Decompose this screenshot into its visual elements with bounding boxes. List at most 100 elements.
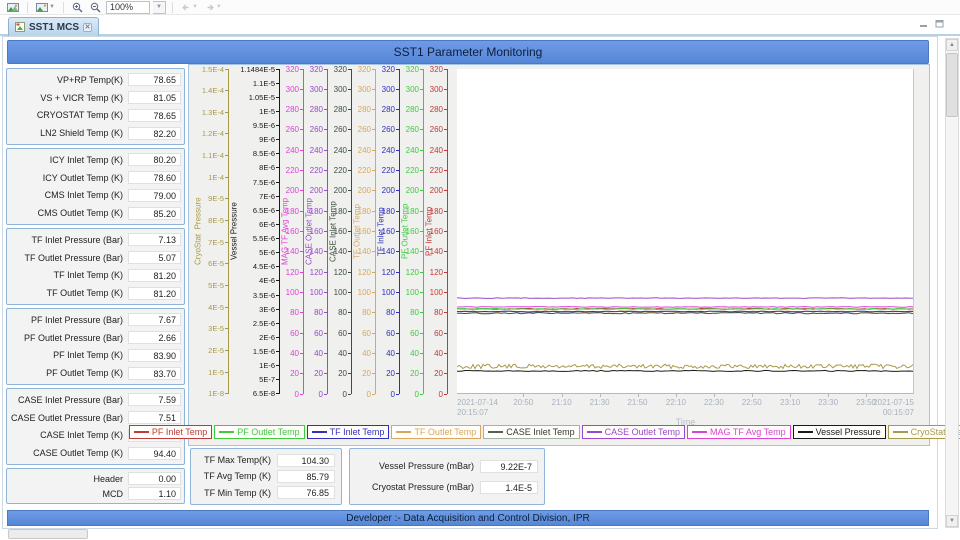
axis-tick: 5E-5 (203, 282, 228, 290)
back-button[interactable]: ▼ (179, 1, 200, 14)
axis-tick: 240 (410, 146, 423, 154)
parameter-row: TF Outlet Temp (K)81.20 (10, 287, 181, 300)
axis-tick: 80 (434, 309, 447, 317)
tick-mark (372, 190, 375, 191)
legend-label: Vessel Pressure (816, 427, 881, 437)
tick-mark (420, 251, 423, 252)
tick-mark (324, 69, 327, 70)
axis-tick: 2.5E-6 (239, 319, 279, 327)
parameter-value: 78.65 (128, 73, 181, 86)
taskbar-item[interactable] (8, 529, 88, 539)
x-axis-tick-label: 21:30 (590, 398, 610, 407)
legend-line-swatch (798, 431, 813, 433)
parameter-row: CMS Outlet Temp (K)85.20 (10, 207, 181, 220)
axis-tick: 200 (434, 187, 447, 195)
scroll-down-icon[interactable]: ▼ (946, 515, 958, 527)
series-line-vessel-pressure (457, 370, 913, 371)
y-axis-ticks: 1.1484E-51.1E-51.05E-51E-59.5E-69E-68.5E… (239, 69, 280, 394)
zoom-level-dropdown[interactable]: ▼ (153, 1, 166, 14)
axis-tick: 40 (386, 349, 399, 357)
axis-tick: 100 (362, 288, 375, 296)
parameter-row: ICY Outlet Temp (K)78.60 (10, 171, 181, 184)
x-axis-tick-label: 22:30 (704, 398, 724, 407)
axis-tick: 220 (314, 167, 327, 175)
tick-mark (396, 89, 399, 90)
tick-mark (225, 350, 228, 351)
x-axis-tick-label: 21:10 (552, 398, 572, 407)
axis-tick: 0 (434, 390, 447, 398)
axis-tick: 80 (338, 309, 351, 317)
axis-tick: 180 (338, 207, 351, 215)
scroll-up-icon[interactable]: ▲ (946, 39, 958, 51)
tick-mark (276, 337, 279, 338)
app-window: ▼ 100% ▼ ▼ ▼ SST1 MCS ✕ (0, 0, 960, 540)
axis-tick: 8.5E-6 (239, 150, 279, 158)
tab-close-icon[interactable]: ✕ (83, 23, 92, 32)
zoom-level-select[interactable]: 100% (106, 1, 150, 14)
parameter-label: CASE Outlet Temp (K) (10, 448, 128, 458)
axis-tick: 1.5E-4 (203, 65, 228, 73)
minimize-icon[interactable] (919, 20, 928, 28)
tick-mark (348, 272, 351, 273)
legend-item-tf-outlet-temp: TF Outlet Temp (391, 425, 481, 439)
axis-tick: 320 (410, 65, 423, 73)
axis-tick: 120 (362, 268, 375, 276)
parameter-row: PF Outlet Temp (K)83.70 (10, 367, 181, 380)
axis-tick: 240 (314, 146, 327, 154)
tick-mark (348, 231, 351, 232)
page-title: SST1 Parameter Monitoring (7, 40, 929, 64)
restore-icon[interactable] (935, 19, 944, 28)
tick-mark (300, 394, 303, 395)
parameter-value: 85.20 (128, 207, 181, 220)
axis-tick: 280 (434, 106, 447, 114)
x-axis-tick-mark (866, 394, 867, 397)
tick-mark (225, 177, 228, 178)
tick-mark (276, 69, 279, 70)
zoom-out-button[interactable] (88, 1, 103, 14)
axis-tick: 280 (314, 106, 327, 114)
y-axis-ticks: 3203002802602402202001801601401201008060… (290, 69, 304, 394)
stat-label: Cryostat Pressure (mBar) (356, 482, 480, 492)
axis-tick: 60 (338, 329, 351, 337)
parameter-row: MCD1.10 (10, 487, 181, 500)
forward-button[interactable]: ▼ (203, 1, 224, 14)
tick-mark (348, 190, 351, 191)
tick-mark (420, 353, 423, 354)
parameter-group: Header0.00MCD1.10 (6, 468, 185, 504)
scrollbar-thumb[interactable] (946, 53, 958, 117)
tick-mark (300, 109, 303, 110)
tick-mark (444, 373, 447, 374)
axis-tick: 0 (410, 390, 423, 398)
y-axis-title: Vessel Pressure (229, 69, 239, 394)
axis-tick: 220 (290, 167, 303, 175)
axis-tick: 0 (338, 390, 351, 398)
x-axis-tick-mark (828, 394, 829, 397)
tick-mark (348, 353, 351, 354)
parameter-value: 0.00 (128, 472, 181, 485)
forward-arrow-icon (205, 3, 215, 12)
tick-mark (276, 167, 279, 168)
tab-sst1-mcs[interactable]: SST1 MCS ✕ (8, 17, 99, 36)
axis-tick: 5E-7 (239, 376, 279, 384)
tick-mark (420, 69, 423, 70)
axis-tick: 240 (434, 146, 447, 154)
parameter-row: PF Outlet Pressure (Bar)2.66 (10, 331, 181, 344)
parameter-row: CASE Outlet Pressure (Bar)7.51 (10, 411, 181, 424)
tick-mark (225, 307, 228, 308)
tick-mark (300, 89, 303, 90)
axis-tick: 1E-6 (239, 362, 279, 370)
toolbar-separator (63, 2, 64, 13)
axis-tick: 1.4E-4 (203, 87, 228, 95)
axis-tick: 180 (314, 207, 327, 215)
tick-mark (372, 69, 375, 70)
scrollbar[interactable]: ▲ ▼ (945, 38, 959, 528)
snapshot-button[interactable] (5, 1, 21, 14)
tick-mark (324, 251, 327, 252)
axis-tick: 240 (290, 146, 303, 154)
image-export-icon (36, 2, 48, 13)
axis-tick: 160 (386, 228, 399, 236)
y-axis-title: PF Inlet Temp (424, 69, 434, 394)
zoom-in-button[interactable] (70, 1, 85, 14)
parameter-value: 7.13 (128, 233, 181, 246)
export-image-button[interactable]: ▼ (34, 1, 57, 14)
